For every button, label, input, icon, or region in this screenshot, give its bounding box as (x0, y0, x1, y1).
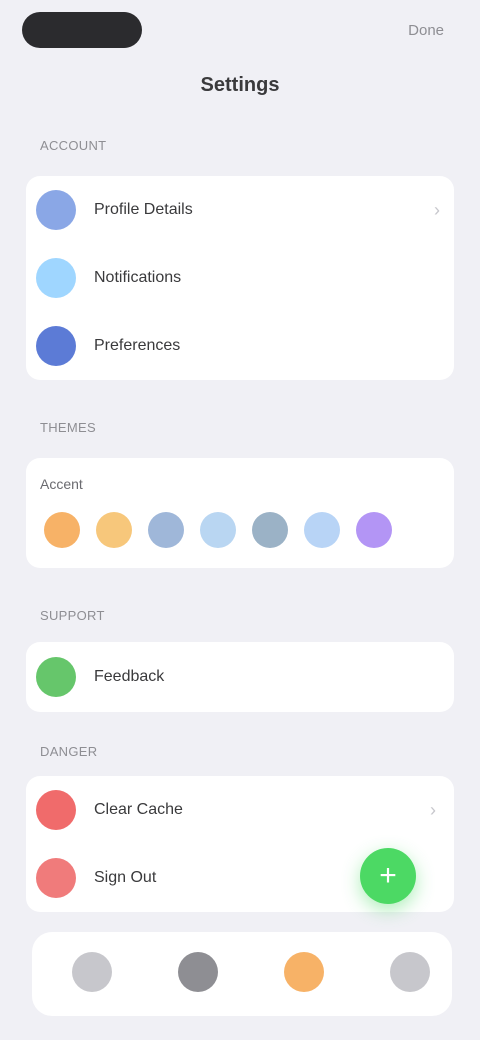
section-label-themes: Themes (40, 420, 96, 435)
plus-icon: + (379, 859, 397, 892)
account-row-label: Profile Details (94, 201, 193, 218)
page-title: Settings (200, 74, 280, 96)
section-label-support: Support (40, 608, 105, 623)
star-icon (36, 657, 76, 697)
top-bar: Done (0, 0, 480, 64)
account-row-label: Preferences (94, 337, 181, 354)
account-row-notifications[interactable]: Notifications (26, 244, 454, 312)
section-label-danger: Danger (40, 744, 98, 759)
done-button[interactable]: Done (408, 22, 444, 39)
add-button[interactable]: + (360, 848, 416, 904)
profile-icon[interactable] (178, 952, 218, 992)
danger-row-label: Sign Out (94, 869, 157, 886)
home-icon[interactable] (72, 952, 112, 992)
accent-swatch-sky[interactable] (200, 512, 236, 548)
account-row-label: Notifications (94, 269, 182, 286)
accent-swatch-slate[interactable] (148, 512, 184, 548)
heart-icon[interactable] (284, 952, 324, 992)
logout-icon (36, 858, 76, 898)
chevron-right-icon: › (434, 199, 440, 220)
account-card: Profile Details › Notifications Preferen… (26, 176, 454, 380)
bell-icon (36, 258, 76, 298)
themes-subtitle: Accent (40, 476, 83, 492)
trash-icon (36, 790, 76, 830)
tab-bar (32, 932, 452, 1016)
gear-icon (36, 326, 76, 366)
danger-row-clear-cache[interactable]: Clear Cache › (26, 776, 454, 844)
account-row-profile[interactable]: Profile Details › (26, 176, 454, 244)
accent-swatch-purple[interactable] (356, 512, 392, 548)
danger-row-label: Clear Cache (94, 801, 183, 818)
themes-card: Accent (26, 458, 454, 568)
section-label-account: Account (40, 138, 107, 153)
support-row-feedback[interactable]: Feedback (26, 642, 454, 712)
status-pill (22, 12, 142, 48)
accent-swatch-yellow[interactable] (96, 512, 132, 548)
support-card: Feedback (26, 642, 454, 712)
accent-swatch-blue[interactable] (304, 512, 340, 548)
user-icon (36, 190, 76, 230)
chevron-right-icon: › (430, 799, 436, 820)
accent-swatch-steel[interactable] (252, 512, 288, 548)
accent-swatch-orange[interactable] (44, 512, 80, 548)
account-row-preferences[interactable]: Preferences (26, 312, 454, 380)
support-row-label: Feedback (94, 668, 165, 685)
settings-icon[interactable] (390, 952, 430, 992)
